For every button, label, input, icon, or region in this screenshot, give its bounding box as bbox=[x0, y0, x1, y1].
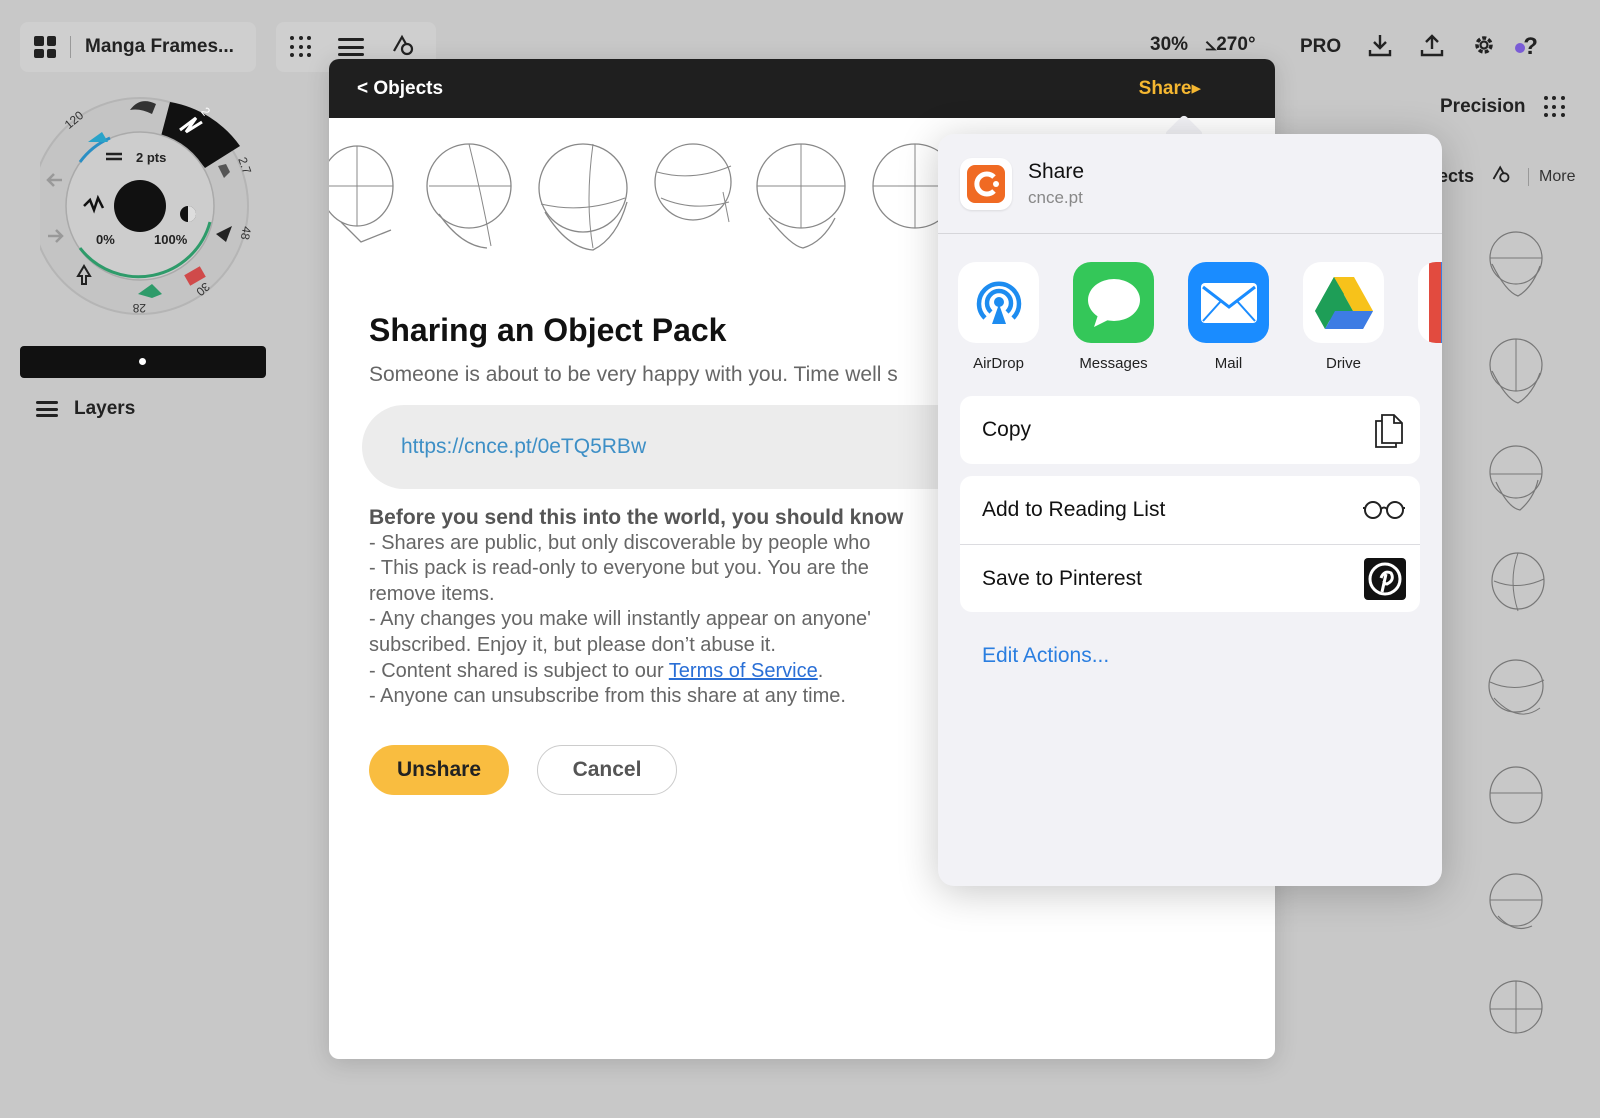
unshare-button[interactable]: Unshare bbox=[369, 745, 509, 795]
color-bar[interactable] bbox=[20, 346, 266, 378]
precision-toggle[interactable]: Precision bbox=[1440, 96, 1566, 118]
share-sheet-title: Share bbox=[1028, 159, 1085, 183]
object-preview bbox=[654, 143, 732, 223]
glasses-icon bbox=[1363, 501, 1405, 519]
share-app-messages[interactable]: Messages bbox=[1073, 262, 1154, 372]
upload-icon[interactable] bbox=[1419, 32, 1445, 63]
object-thumbnail[interactable] bbox=[1488, 230, 1546, 300]
zoom-level: 30% bbox=[1150, 34, 1189, 55]
copy-label: Copy bbox=[982, 418, 1032, 441]
wheel-number: 28 bbox=[132, 301, 146, 315]
info-line: - Anyone can unsubscribe from this share… bbox=[369, 685, 846, 708]
info-line: - Shares are public, but only discoverab… bbox=[369, 531, 871, 554]
info-line: remove items. bbox=[369, 582, 495, 605]
mail-icon bbox=[1188, 262, 1269, 343]
share-app-mail[interactable]: Mail bbox=[1188, 262, 1269, 372]
tab-more[interactable]: More bbox=[1528, 167, 1575, 186]
share-info: Before you send this into the world, you… bbox=[369, 505, 969, 710]
pinterest-icon bbox=[1364, 557, 1406, 600]
precision-label: Precision bbox=[1440, 96, 1526, 117]
share-app-more-partial[interactable] bbox=[1418, 262, 1442, 343]
opacity-min-label: 0% bbox=[96, 232, 115, 247]
object-thumbnail[interactable] bbox=[1488, 551, 1546, 621]
pro-button[interactable]: PRO bbox=[1300, 36, 1341, 58]
object-thumbnail[interactable] bbox=[1488, 872, 1546, 942]
share-apps-row: AirDrop Messages Mail Drive bbox=[958, 262, 1384, 372]
brush-size-label: 2 pts bbox=[136, 150, 166, 165]
opacity-max-label: 100% bbox=[154, 232, 188, 247]
brush-tool-wheel[interactable]: 2 pts 0% 100% 120 2 2.7 48 30 28 bbox=[40, 82, 270, 322]
object-thumbnail[interactable] bbox=[1488, 979, 1546, 1049]
share-button[interactable]: Share▸ bbox=[1139, 77, 1201, 100]
share-sheet-header: Share cnce.pt bbox=[938, 134, 1442, 234]
save-to-pinterest-action[interactable]: Save to Pinterest bbox=[960, 544, 1420, 612]
share-url[interactable]: https://cnce.pt/0eTQ5RBw bbox=[401, 435, 646, 459]
object-thumbnail[interactable] bbox=[1488, 658, 1546, 728]
tos-prefix: - Content shared is subject to our bbox=[369, 659, 669, 682]
dialog-subtitle: Someone is about to be very happy with y… bbox=[369, 363, 898, 386]
app-label: AirDrop bbox=[973, 355, 1024, 372]
rotation-level: ⦣270° bbox=[1205, 34, 1256, 55]
info-line: subscribed. Enjoy it, but please don’t a… bbox=[369, 633, 776, 656]
add-to-reading-list-action[interactable]: Add to Reading List bbox=[960, 476, 1420, 544]
concepts-app-icon bbox=[960, 157, 1012, 210]
divider bbox=[70, 36, 71, 58]
precision-grid-icon bbox=[1543, 96, 1566, 118]
dots-grid-icon[interactable] bbox=[290, 36, 312, 58]
layers-button[interactable]: Layers bbox=[36, 398, 135, 420]
brush-preview bbox=[114, 180, 166, 232]
tos-suffix: . bbox=[817, 659, 824, 682]
download-icon[interactable] bbox=[1367, 32, 1393, 63]
object-preview bbox=[756, 143, 846, 249]
object-thumbnail[interactable] bbox=[1488, 337, 1546, 407]
side-panel-tabs: ects More bbox=[1438, 164, 1575, 189]
gear-icon[interactable] bbox=[1471, 32, 1497, 63]
document-title[interactable]: Manga Frames... bbox=[85, 36, 234, 58]
info-heading: Before you send this into the world, you… bbox=[369, 506, 904, 529]
copy-action-card: Copy bbox=[960, 396, 1420, 464]
info-line: - This pack is read-only to everyone but… bbox=[369, 557, 869, 580]
right-toolbar: PRO ? bbox=[1300, 22, 1538, 72]
pinterest-label: Save to Pinterest bbox=[982, 566, 1142, 590]
share-sheet-domain: cnce.pt bbox=[1028, 187, 1083, 207]
reading-list-label: Add to Reading List bbox=[982, 498, 1166, 521]
document-menu[interactable]: Manga Frames... bbox=[20, 22, 256, 72]
shapes-icon[interactable] bbox=[390, 33, 416, 61]
shapes-tab-icon[interactable] bbox=[1490, 164, 1512, 189]
edit-actions-link[interactable]: Edit Actions... bbox=[982, 644, 1109, 668]
layers-label: Layers bbox=[74, 398, 136, 419]
object-thumbnail[interactable] bbox=[1488, 444, 1546, 514]
dialog-header: < Objects Share▸ bbox=[329, 59, 1275, 118]
object-preview bbox=[538, 143, 628, 251]
gallery-grid-icon[interactable] bbox=[34, 36, 56, 58]
objects-column bbox=[1488, 230, 1558, 1086]
terms-of-service-link[interactable]: Terms of Service bbox=[669, 660, 818, 682]
object-preview bbox=[426, 143, 512, 249]
tab-objects[interactable]: ects bbox=[1438, 166, 1474, 187]
airdrop-icon bbox=[958, 262, 1039, 343]
actions-card: Add to Reading List Save to Pinterest bbox=[960, 476, 1420, 612]
tos-line: - Content shared is subject to our Terms… bbox=[369, 659, 969, 685]
share-app-drive[interactable]: Drive bbox=[1303, 262, 1384, 372]
ios-share-sheet: Share cnce.pt AirDrop Messages Mail Driv… bbox=[938, 134, 1442, 886]
app-label: Messages bbox=[1079, 355, 1148, 372]
layers-menu-icon[interactable] bbox=[338, 38, 364, 56]
copy-icon bbox=[1375, 414, 1403, 448]
dialog-title: Sharing an Object Pack bbox=[369, 312, 727, 348]
layers-icon bbox=[36, 401, 58, 417]
app-label: Drive bbox=[1325, 355, 1361, 372]
help-icon[interactable]: ? bbox=[1515, 33, 1538, 61]
wheel-number: 48 bbox=[238, 225, 254, 241]
google-drive-icon bbox=[1303, 262, 1384, 343]
zoom-rotation-readout[interactable]: 30% ⦣270° bbox=[1150, 34, 1268, 56]
share-app-airdrop[interactable]: AirDrop bbox=[958, 262, 1039, 372]
info-line: - Any changes you make will instantly ap… bbox=[369, 608, 871, 631]
back-to-objects-button[interactable]: < Objects bbox=[357, 78, 443, 100]
messages-icon bbox=[1073, 262, 1154, 343]
object-preview bbox=[329, 145, 394, 243]
object-thumbnail[interactable] bbox=[1488, 765, 1546, 835]
cancel-button[interactable]: Cancel bbox=[537, 745, 677, 795]
copy-action[interactable]: Copy bbox=[960, 396, 1420, 464]
app-label: Mail bbox=[1214, 355, 1243, 372]
